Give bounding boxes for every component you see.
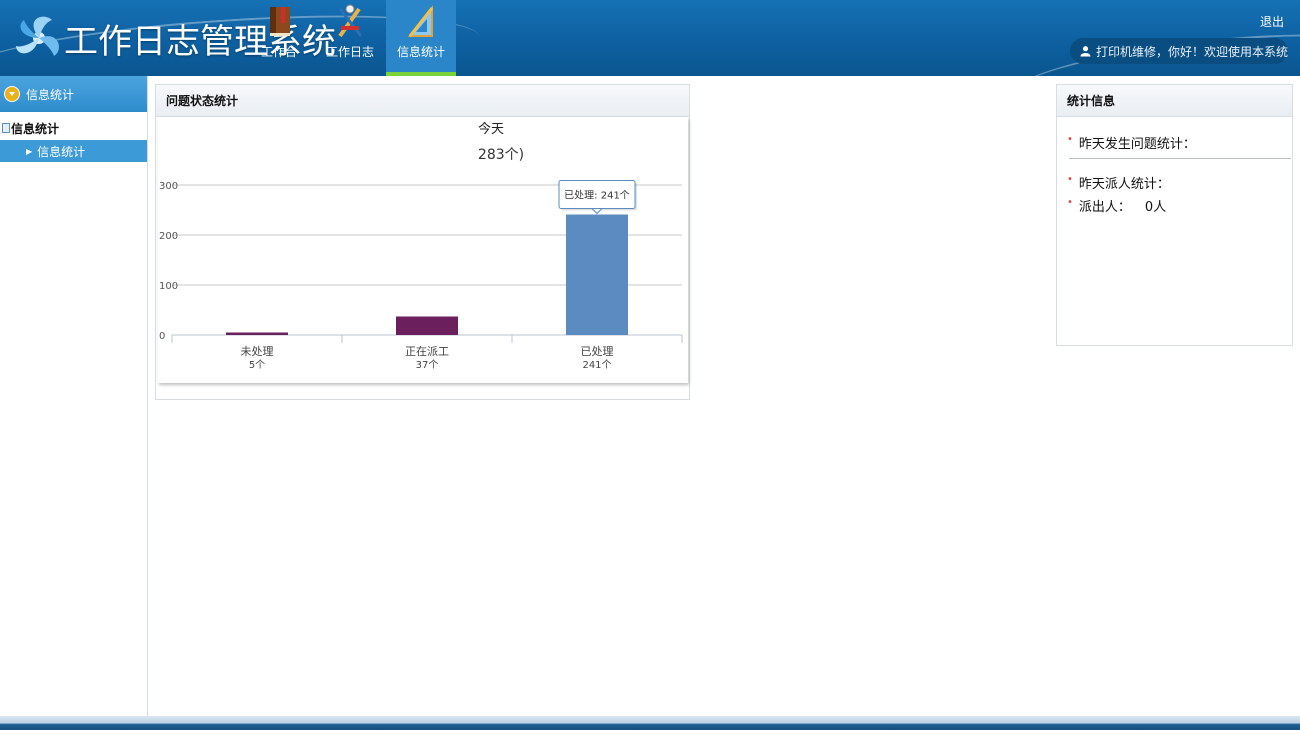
nav-item-label: 工作台 bbox=[260, 45, 297, 59]
x-category-label: 未处理 bbox=[241, 345, 274, 358]
yesterday-issues-label: 昨天发生问题统计： bbox=[1078, 137, 1196, 152]
collapse-icon bbox=[4, 86, 20, 102]
user-icon bbox=[1080, 46, 1091, 57]
y-tick-label: 0 bbox=[159, 331, 165, 342]
divider bbox=[1069, 158, 1291, 159]
sidebar-header[interactable]: 信息统计 bbox=[0, 76, 147, 112]
main-nav: 工作台 工作日志 信息统计 bbox=[244, 0, 457, 76]
book-icon bbox=[270, 7, 290, 36]
tools-icon bbox=[338, 4, 363, 38]
sidebar: 信息统计 信息统计 ▶ 信息统计 bbox=[0, 76, 148, 716]
panel-title: 统计信息 bbox=[1057, 85, 1292, 117]
x-category-label: 已处理 bbox=[581, 345, 614, 358]
y-tick-label: 200 bbox=[159, 231, 178, 242]
x-category-sublabel: 241个 bbox=[582, 359, 611, 371]
y-tick-label: 100 bbox=[159, 281, 178, 292]
bottom-bar bbox=[0, 716, 1300, 730]
nav-item-worklog[interactable]: 工作日志 bbox=[315, 0, 385, 76]
tooltip-text: 已处理: 241个 bbox=[564, 190, 630, 202]
chart-subtitle: 283个) bbox=[478, 147, 524, 163]
x-category-sublabel: 37个 bbox=[416, 359, 439, 371]
chart-title: 今天 bbox=[478, 121, 504, 137]
logout-link[interactable]: 退出 bbox=[1260, 13, 1284, 30]
sidebar-item-statistics[interactable]: ▶ 信息统计 bbox=[0, 140, 147, 162]
app-header: 工作日志管理系统 工作台 工作日志 信息统计 退出 打印机维修，你好！欢迎使用本… bbox=[0, 0, 1300, 76]
yesterday-dispatch-row: • 昨天派人统计： bbox=[1057, 173, 1292, 192]
user-greeting-text: 打印机维修，你好！欢迎使用本系统 bbox=[1095, 44, 1288, 59]
yesterday-dispatch-label: 昨天派人统计： bbox=[1078, 177, 1170, 192]
bullet-icon: • bbox=[1067, 197, 1073, 208]
nav-item-statistics[interactable]: 信息统计 bbox=[386, 0, 456, 76]
tooltip-pointer bbox=[590, 208, 604, 215]
nav-item-workbench[interactable]: 工作台 bbox=[244, 0, 314, 76]
bar-chart: 今天 283个) 0100200300 未处理5个正在派工37个已处理241个 … bbox=[159, 121, 683, 371]
panel-title: 问题状态统计 bbox=[156, 85, 689, 117]
sidebar-group-label: 信息统计 bbox=[11, 121, 60, 136]
sidebar-group[interactable]: 信息统计 bbox=[0, 116, 147, 140]
user-greeting: 打印机维修，你好！欢迎使用本系统 bbox=[1070, 38, 1288, 64]
chart-container: 今天 283个) 0 100 200 300 未处理 5个 正在派工 37个 已处理 241个 … bbox=[158, 117, 688, 383]
nav-item-label: 信息统计 bbox=[396, 45, 445, 59]
bar-2[interactable] bbox=[566, 214, 628, 336]
x-category-sublabel: 5个 bbox=[249, 359, 265, 371]
statistics-panel: 统计信息 • 昨天发生问题统计： • 昨天派人统计： • 派出人： 0人 bbox=[1056, 84, 1293, 346]
dispatched-value: 0人 bbox=[1144, 200, 1167, 215]
dispatched-row: • 派出人： 0人 bbox=[1057, 196, 1292, 215]
document-icon bbox=[2, 123, 10, 133]
ruler-icon bbox=[407, 5, 434, 37]
bullet-icon: • bbox=[1067, 174, 1073, 185]
bar-0[interactable] bbox=[226, 332, 288, 336]
sidebar-item-label: 信息统计 bbox=[37, 144, 86, 159]
caret-right-icon: ▶ bbox=[26, 146, 33, 156]
x-category-label: 正在派工 bbox=[405, 345, 449, 358]
bar-1[interactable] bbox=[396, 316, 458, 336]
issue-status-panel: 问题状态统计 今天 283个) 0 100 200 300 未处理 5个 正在派工 37个 已… bbox=[155, 84, 690, 400]
sidebar-header-label: 信息统计 bbox=[26, 87, 75, 102]
dispatched-label: 派出人： bbox=[1078, 200, 1131, 215]
bullet-icon: • bbox=[1067, 134, 1073, 145]
y-tick-label: 300 bbox=[159, 181, 178, 192]
app-logo-icon bbox=[16, 16, 59, 56]
nav-item-label: 工作日志 bbox=[325, 45, 374, 59]
yesterday-issues-row: • 昨天发生问题统计： bbox=[1057, 133, 1292, 152]
